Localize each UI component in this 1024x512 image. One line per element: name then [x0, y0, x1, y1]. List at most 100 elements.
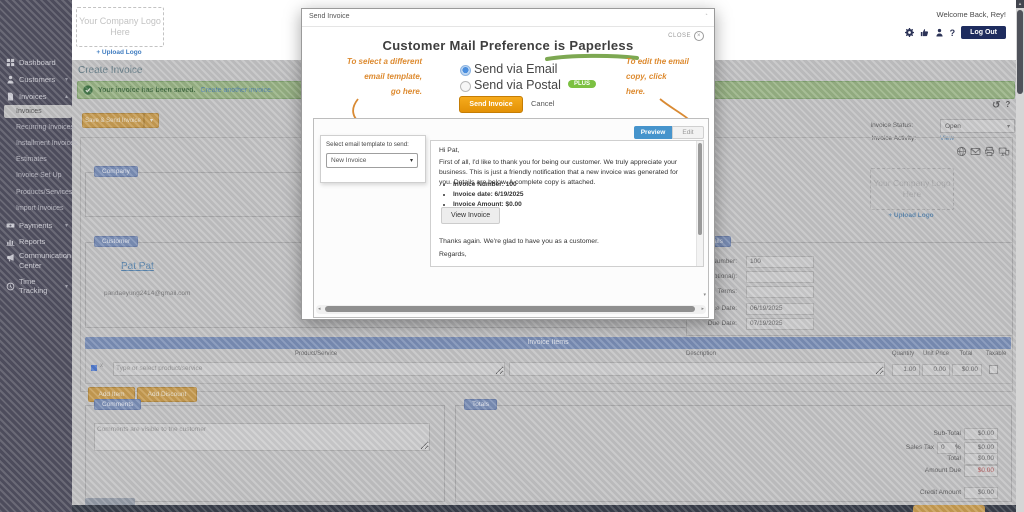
col-quantity: Quantity [886, 351, 920, 357]
modal-horizontal-scrollbar[interactable]: ◂ ▸ [316, 305, 706, 314]
submenu-item-invoice-set-up[interactable]: Invoice Set Up [16, 172, 70, 179]
email-vertical-scrollbar[interactable] [696, 141, 703, 266]
sidebar-item-label: Reports [19, 237, 45, 246]
view-invoice-button[interactable]: View Invoice [441, 207, 500, 224]
submenu-item-installment-invoices[interactable]: Installment Invoices [16, 140, 70, 147]
send-via-email-radio[interactable] [460, 65, 471, 76]
browser-scrollbar[interactable]: ▴ [1016, 0, 1024, 512]
submenu-item-estimates[interactable]: Estimates [16, 156, 70, 163]
undo-icon[interactable]: ↺ [992, 100, 1000, 111]
email-detail-item: Invoice Number: 100 [453, 181, 523, 188]
annotation-right: To edit the emailcopy, clickhere. [626, 54, 716, 99]
help-icon[interactable]: ? [1005, 100, 1010, 111]
quantity-field[interactable]: 1.00 [892, 364, 920, 376]
invoice-items-table: Product/Service Description Quantity Uni… [85, 349, 1013, 384]
sidebar-item-customers[interactable]: Customers ▾ [6, 75, 68, 84]
upload-logo-link[interactable]: + Upload Logo [76, 49, 162, 56]
sub-total-value: $0.00 [964, 428, 998, 440]
thumbs-up-icon[interactable] [920, 28, 929, 37]
megaphone-icon [6, 253, 15, 262]
add-discount-button[interactable]: Add Discount [137, 387, 197, 402]
sidebar-item-invoices[interactable]: Invoices ▴ [6, 92, 68, 101]
submenu-item-import-invoices[interactable]: Import Invoices [16, 205, 70, 212]
clock-icon [6, 282, 15, 291]
scrollbar-thumb[interactable] [325, 306, 695, 312]
submenu-item-invoices[interactable]: Invoices [4, 105, 72, 118]
save-send-dropdown-toggle[interactable]: ▾ [144, 113, 159, 128]
sidebar-item-label: Payments [19, 221, 52, 230]
modal-scroll-region: Select email template to send: New Invoi… [313, 118, 709, 318]
col-taxable: Taxable [982, 351, 1010, 357]
user-icon[interactable] [935, 28, 944, 37]
chevron-down-icon: ▾ [65, 283, 68, 290]
invoice-icon [6, 92, 15, 101]
email-template-select[interactable]: New Invoice▾ [326, 153, 418, 168]
chevron-down-icon: ▾ [410, 157, 413, 164]
sidebar-item-payments[interactable]: Payments ▾ [6, 221, 68, 230]
scroll-right-arrow-icon[interactable]: ▸ [701, 306, 704, 312]
invoice-status-select[interactable]: Open▾ [940, 119, 1015, 133]
send-invoice-button[interactable]: Send Invoice [459, 96, 523, 113]
sidebar: Dashboard Customers ▾ Invoices ▴ Invoice… [0, 0, 72, 512]
save-send-invoice-button[interactable]: Save & Send Invoice ▾ [82, 113, 159, 128]
unit-price-field[interactable]: 0.00 [922, 364, 950, 376]
sidebar-item-label: Time Tracking [19, 277, 61, 295]
cancel-link[interactable]: Cancel [531, 99, 554, 108]
submenu-item-recurring-invoices[interactable]: Recurring Invoices [16, 124, 70, 131]
send-via-postal-radio[interactable] [460, 81, 471, 92]
gear-icon[interactable] [905, 28, 914, 37]
customer-name-link[interactable]: Pat Pat [121, 261, 154, 272]
amount-due-label: Amount Due [756, 467, 961, 474]
sidebar-item-label: Communication Center [19, 251, 57, 271]
scroll-left-arrow-icon[interactable]: ◂ [318, 306, 321, 312]
logout-button[interactable]: Log Out [961, 26, 1006, 39]
scroll-up-arrow-icon[interactable]: ▴ [1016, 0, 1024, 8]
taxable-checkbox[interactable] [989, 365, 998, 374]
amount-due-value: $0.00 [964, 465, 998, 477]
row-delete-icon[interactable]: x [100, 363, 103, 369]
scrollbar-thumb[interactable] [1017, 10, 1023, 94]
preview-tab[interactable]: Preview [634, 126, 672, 139]
email-detail-item: Invoice date: 6/19/2025 [453, 191, 523, 198]
create-another-invoice-link[interactable]: Create another invoice. [201, 87, 273, 94]
modal-title-bar: Send Invoice ◔ [302, 9, 714, 27]
sub-total-label: Sub-Total [756, 430, 961, 437]
send-via-postal-label[interactable]: Send via Postal [474, 78, 561, 92]
row-drag-handle[interactable] [91, 365, 97, 371]
company-logo-placeholder: Your Company Logo Here [76, 7, 164, 47]
po-number-field[interactable] [746, 271, 814, 283]
send-via-email-label[interactable]: Send via Email [474, 62, 557, 76]
product-service-input[interactable] [113, 362, 505, 376]
chevron-up-icon: ▴ [65, 93, 68, 100]
submenu-item-products-services[interactable]: Products/Services [16, 189, 70, 196]
col-description: Description [511, 351, 891, 357]
help-icon[interactable]: ? [950, 28, 956, 38]
sidebar-item-time-tracking[interactable]: Time Tracking ▾ [6, 277, 68, 295]
modal-title: Send Invoice [309, 13, 349, 20]
plus-badge: PLUS [568, 80, 596, 88]
edit-tab[interactable]: Edit [672, 126, 704, 139]
sidebar-item-communication-center[interactable]: Communication Center ▾ [6, 251, 68, 271]
comments-section: Comments [85, 405, 445, 502]
welcome-text: Welcome Back, Rey! [937, 10, 1006, 19]
due-date-field[interactable]: 07/19/2025 [746, 318, 814, 330]
sidebar-item-reports[interactable]: Reports [6, 237, 68, 246]
terms-field[interactable] [746, 286, 814, 298]
email-greeting: Hi Pat, [439, 147, 459, 154]
description-input[interactable] [509, 362, 885, 376]
invoice-number-field[interactable]: 100 [746, 256, 814, 268]
template-select-label: Select email template to send: [326, 141, 409, 148]
invoice-date-field[interactable]: 06/19/2025 [746, 303, 814, 315]
comments-input[interactable] [94, 423, 430, 451]
company-section-label: Company [94, 166, 138, 177]
payments-icon [6, 221, 15, 230]
page-title: Create Invoice [78, 65, 142, 76]
scrollbar-thumb[interactable] [698, 143, 702, 235]
sidebar-item-dashboard[interactable]: Dashboard [6, 58, 68, 67]
due-date-label: Due Date: [557, 320, 737, 327]
bottom-cutoff-strip [72, 505, 1016, 512]
scroll-down-arrow-icon[interactable]: ▾ [703, 292, 706, 298]
annotation-left: To select a differentemail template,go h… [327, 54, 422, 99]
sidebar-item-label: Invoices [19, 92, 47, 101]
sales-tax-rate-input[interactable]: 0 [937, 442, 957, 454]
